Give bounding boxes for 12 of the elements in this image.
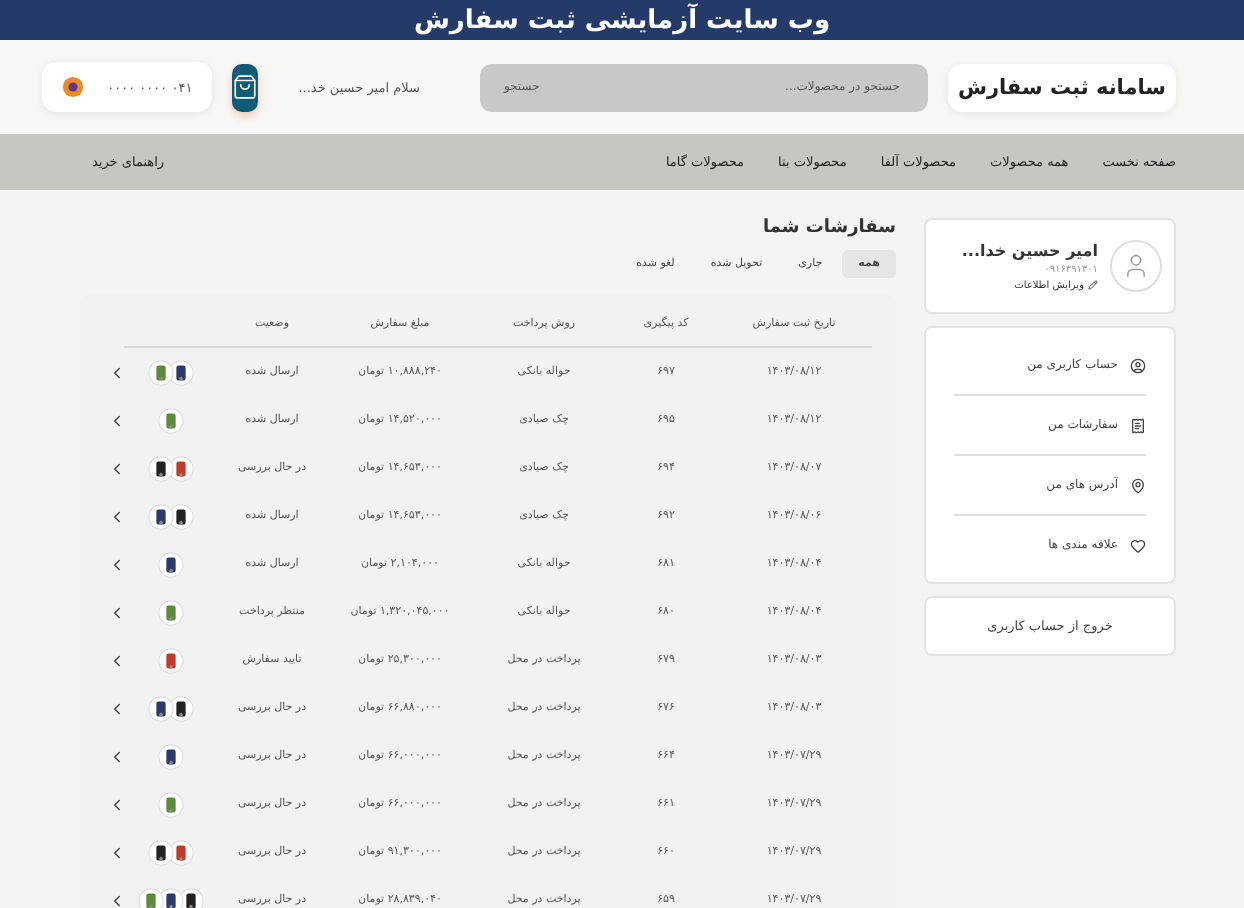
pencil-icon <box>1088 280 1098 290</box>
section-title: سفارشات شما <box>760 218 896 238</box>
user-circle-icon <box>1130 357 1146 373</box>
receipt-icon <box>1130 417 1146 433</box>
user-name: امیر حسین خدا... <box>961 241 1098 259</box>
site-title: وب سایت آزمایشی ثبت سفارش <box>413 5 831 35</box>
avatar-icon <box>1110 240 1162 292</box>
site-logo[interactable]: سامانه ثبت سفارش <box>947 63 1176 111</box>
heart-icon <box>1130 537 1146 553</box>
cart-button[interactable] <box>232 63 259 111</box>
support-icon <box>61 76 84 98</box>
map-pin-icon <box>1130 477 1146 493</box>
